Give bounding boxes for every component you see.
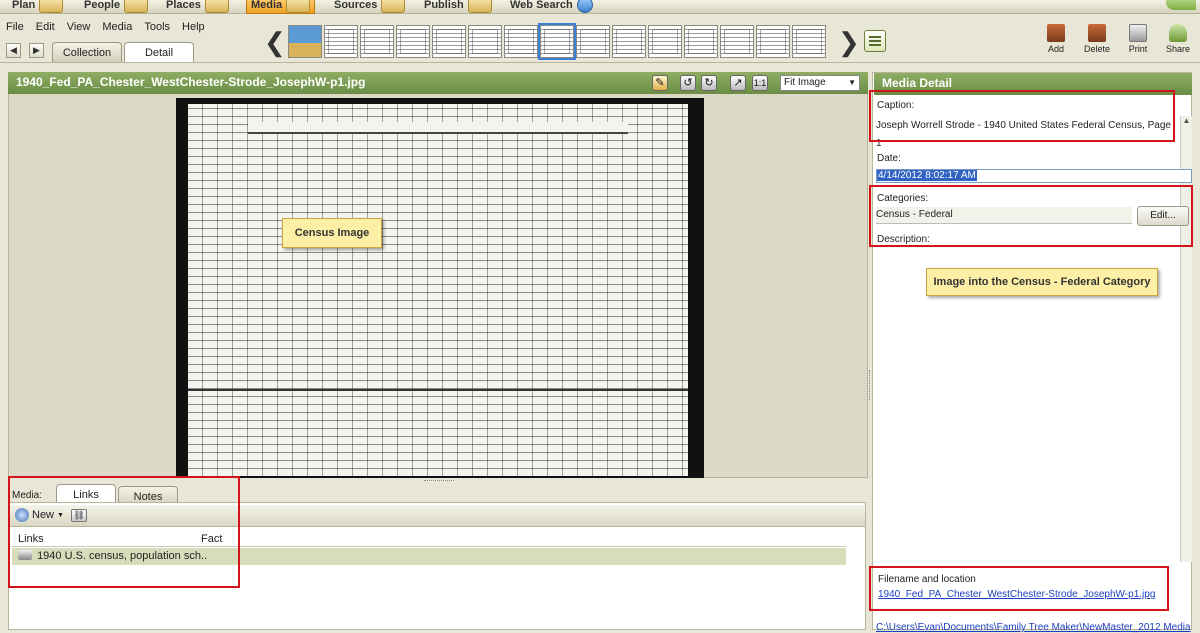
share-button[interactable]: Share [1160,24,1196,54]
people-icon [124,0,149,13]
module-places[interactable]: Places [166,0,229,14]
media-icon [286,0,311,13]
thumbnail[interactable] [360,25,394,58]
categories-highlight-box [869,185,1193,247]
actual-size-button[interactable]: 1:1 [752,75,768,91]
menu-view[interactable]: View [61,18,97,36]
thumbnail[interactable] [576,25,610,58]
module-plan[interactable]: Plan [12,0,64,14]
plan-icon [39,0,64,13]
thumbnail[interactable] [612,25,646,58]
thumbnail[interactable] [432,25,466,58]
back-button[interactable]: ◀ [6,43,21,58]
menu-file[interactable]: File [0,18,30,36]
chevron-left-icon: ◀ [10,45,17,55]
thumbnail[interactable] [468,25,502,58]
file-path-link[interactable]: C:\Users\Evan\Documents\Family Tree Make… [876,622,1194,633]
thumbnail[interactable] [324,25,358,58]
module-bar: Plan People Places Media Sources Publish… [0,0,1200,14]
menu-bar: File Edit View Media Tools Help [0,18,240,36]
delete-media-icon [1088,24,1106,42]
module-publish[interactable]: Publish [424,0,492,14]
scroll-up-icon: ▲ [1182,116,1191,125]
menu-tools[interactable]: Tools [138,18,176,36]
list-icon [869,36,881,46]
sources-icon [381,0,406,13]
add-media-icon [1047,24,1065,42]
rotate-left-icon: ↺ [683,77,693,89]
date-field[interactable]: 4/14/2012 8:02:17 AM [876,169,1192,183]
thumbnail[interactable] [756,25,790,58]
print-button[interactable]: Print [1120,24,1156,54]
chevron-right-icon: ▶ [33,45,40,55]
share-icon [1169,24,1187,42]
chevron-down-icon: ▼ [848,78,856,87]
horizontal-splitter[interactable] [424,480,454,483]
rotate-right-button[interactable]: ↻ [701,75,717,91]
menu-help[interactable]: Help [176,18,211,36]
tab-collection[interactable]: Collection [52,42,122,62]
links-highlight-box [8,476,240,588]
thumbnail-selected[interactable] [538,23,576,60]
sync-icon[interactable] [1166,0,1196,10]
pencil-icon: ✎ [655,77,665,89]
arrow-up-right-icon: ↗ [733,77,743,89]
menu-media[interactable]: Media [96,18,138,36]
web-search-icon [576,0,593,13]
date-label: Date: [877,153,901,164]
filename-highlight-box [869,566,1169,611]
category-callout: Image into the Census - Federal Category [926,268,1158,296]
image-title: 1940_Fed_PA_Chester_WestChester-Strode_J… [16,75,366,89]
add-button[interactable]: Add [1038,24,1074,54]
thumbnail[interactable] [504,25,538,58]
census-image-callout: Census Image [282,218,382,248]
list-view-button[interactable] [864,30,886,52]
module-media[interactable]: Media [246,0,316,14]
thumbnail[interactable] [288,25,322,58]
module-web-search[interactable]: Web Search [510,0,593,14]
module-people[interactable]: People [84,0,149,14]
rotate-right-icon: ↻ [704,77,714,89]
rotate-left-button[interactable]: ↺ [680,75,696,91]
zoom-select[interactable]: Fit Image ▼ [780,75,860,91]
thumbnail[interactable] [792,25,826,58]
thumbs-prev-button[interactable]: ❮ [264,25,286,59]
tab-detail[interactable]: Detail [124,42,194,62]
caption-highlight-box [869,90,1175,142]
thumbnail[interactable] [684,25,718,58]
forward-button[interactable]: ▶ [29,43,44,58]
module-sources[interactable]: Sources [334,0,406,14]
places-icon [204,0,229,13]
menu-edit[interactable]: Edit [30,18,61,36]
tab-divider [0,62,1200,63]
chevron-right-icon: ❯ [838,27,860,57]
edit-image-button[interactable]: ✎ [652,75,668,91]
census-header-strip [248,122,628,134]
thumbs-next-button[interactable]: ❯ [838,25,860,59]
thumbnail[interactable] [720,25,754,58]
thumbnail[interactable] [648,25,682,58]
thumbnail[interactable] [396,25,430,58]
census-image[interactable] [188,104,688,476]
open-external-button[interactable]: ↗ [730,75,746,91]
publish-icon [467,0,492,13]
printer-icon [1129,24,1147,42]
thumbnail-strip [288,23,833,60]
census-divider [188,389,688,391]
chevron-left-icon: ❮ [264,27,286,57]
delete-button[interactable]: Delete [1079,24,1115,54]
